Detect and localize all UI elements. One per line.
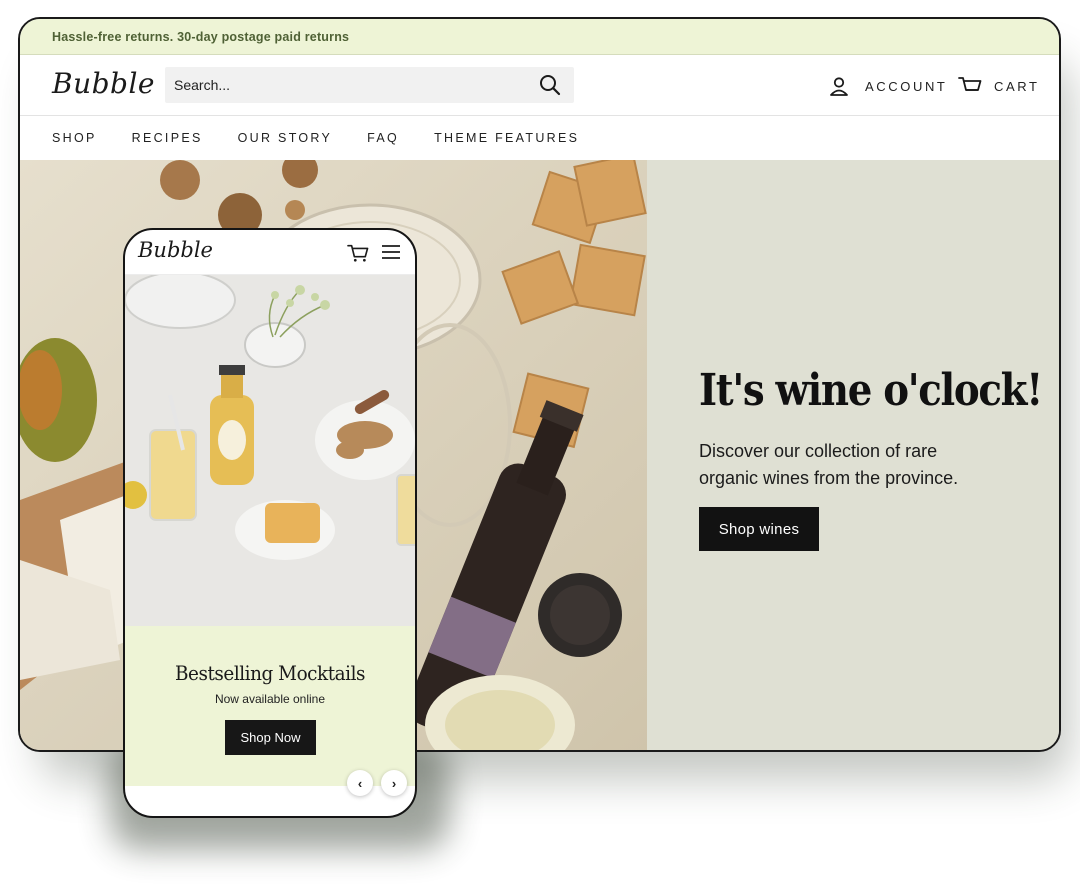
chevron-right-icon: › (391, 775, 397, 791)
mobile-promo-card: Bestselling Mocktails Now available onli… (125, 626, 415, 786)
mobile-cart-icon[interactable] (347, 243, 369, 263)
shop-now-button[interactable]: Shop Now (225, 720, 316, 755)
search-input[interactable] (165, 67, 525, 103)
announcement-bar: Hassle-free returns. 30-day postage paid… (20, 19, 1059, 55)
nav-item-faq[interactable]: FAQ (367, 131, 399, 145)
nav-item-recipes[interactable]: RECIPES (132, 131, 203, 145)
search-bar[interactable] (165, 67, 574, 103)
mobile-promo-title: Bestselling Mocktails (174, 661, 366, 685)
main-nav: SHOP RECIPES OUR STORY FAQ THEME FEATURE… (20, 116, 1059, 160)
cart-link[interactable]: CART (958, 75, 1040, 97)
mobile-header: Bubble (125, 230, 415, 275)
nav-item-our-story[interactable]: OUR STORY (238, 131, 333, 145)
hero-title: It's wine o'clock! (699, 365, 1043, 416)
mobile-frame: Bubble Bestselling Mocktails Now availab… (123, 228, 417, 818)
account-link[interactable]: ACCOUNT (828, 75, 947, 97)
shop-wines-button[interactable]: Shop wines (699, 507, 819, 551)
carousel-prev-button[interactable]: ‹ (347, 770, 373, 796)
announcement-text: Hassle-free returns. 30-day postage paid… (52, 29, 350, 44)
site-header: Bubble ACCOUNT CART (20, 55, 1059, 116)
nav-item-shop[interactable]: SHOP (52, 131, 97, 145)
chevron-left-icon: ‹ (357, 775, 363, 791)
user-icon (830, 77, 848, 96)
hamburger-menu-icon[interactable] (381, 244, 401, 260)
mobile-hero-image (125, 275, 415, 626)
hero-text-panel: It's wine o'clock! Discover our collecti… (647, 160, 1059, 750)
brand-logo[interactable]: Bubble (52, 67, 155, 100)
hero-subtitle: Discover our collection of rare organic … (699, 441, 959, 488)
carousel-next-button[interactable]: › (381, 770, 407, 796)
mobile-promo-subtitle: Now available online (214, 692, 326, 706)
cart-icon (958, 77, 982, 91)
account-label: ACCOUNT (865, 78, 948, 94)
search-icon[interactable] (538, 73, 562, 97)
nav-item-theme-features[interactable]: THEME FEATURES (434, 131, 579, 145)
mobile-brand-logo[interactable]: Bubble (138, 238, 213, 262)
cart-label: CART (994, 78, 1040, 94)
